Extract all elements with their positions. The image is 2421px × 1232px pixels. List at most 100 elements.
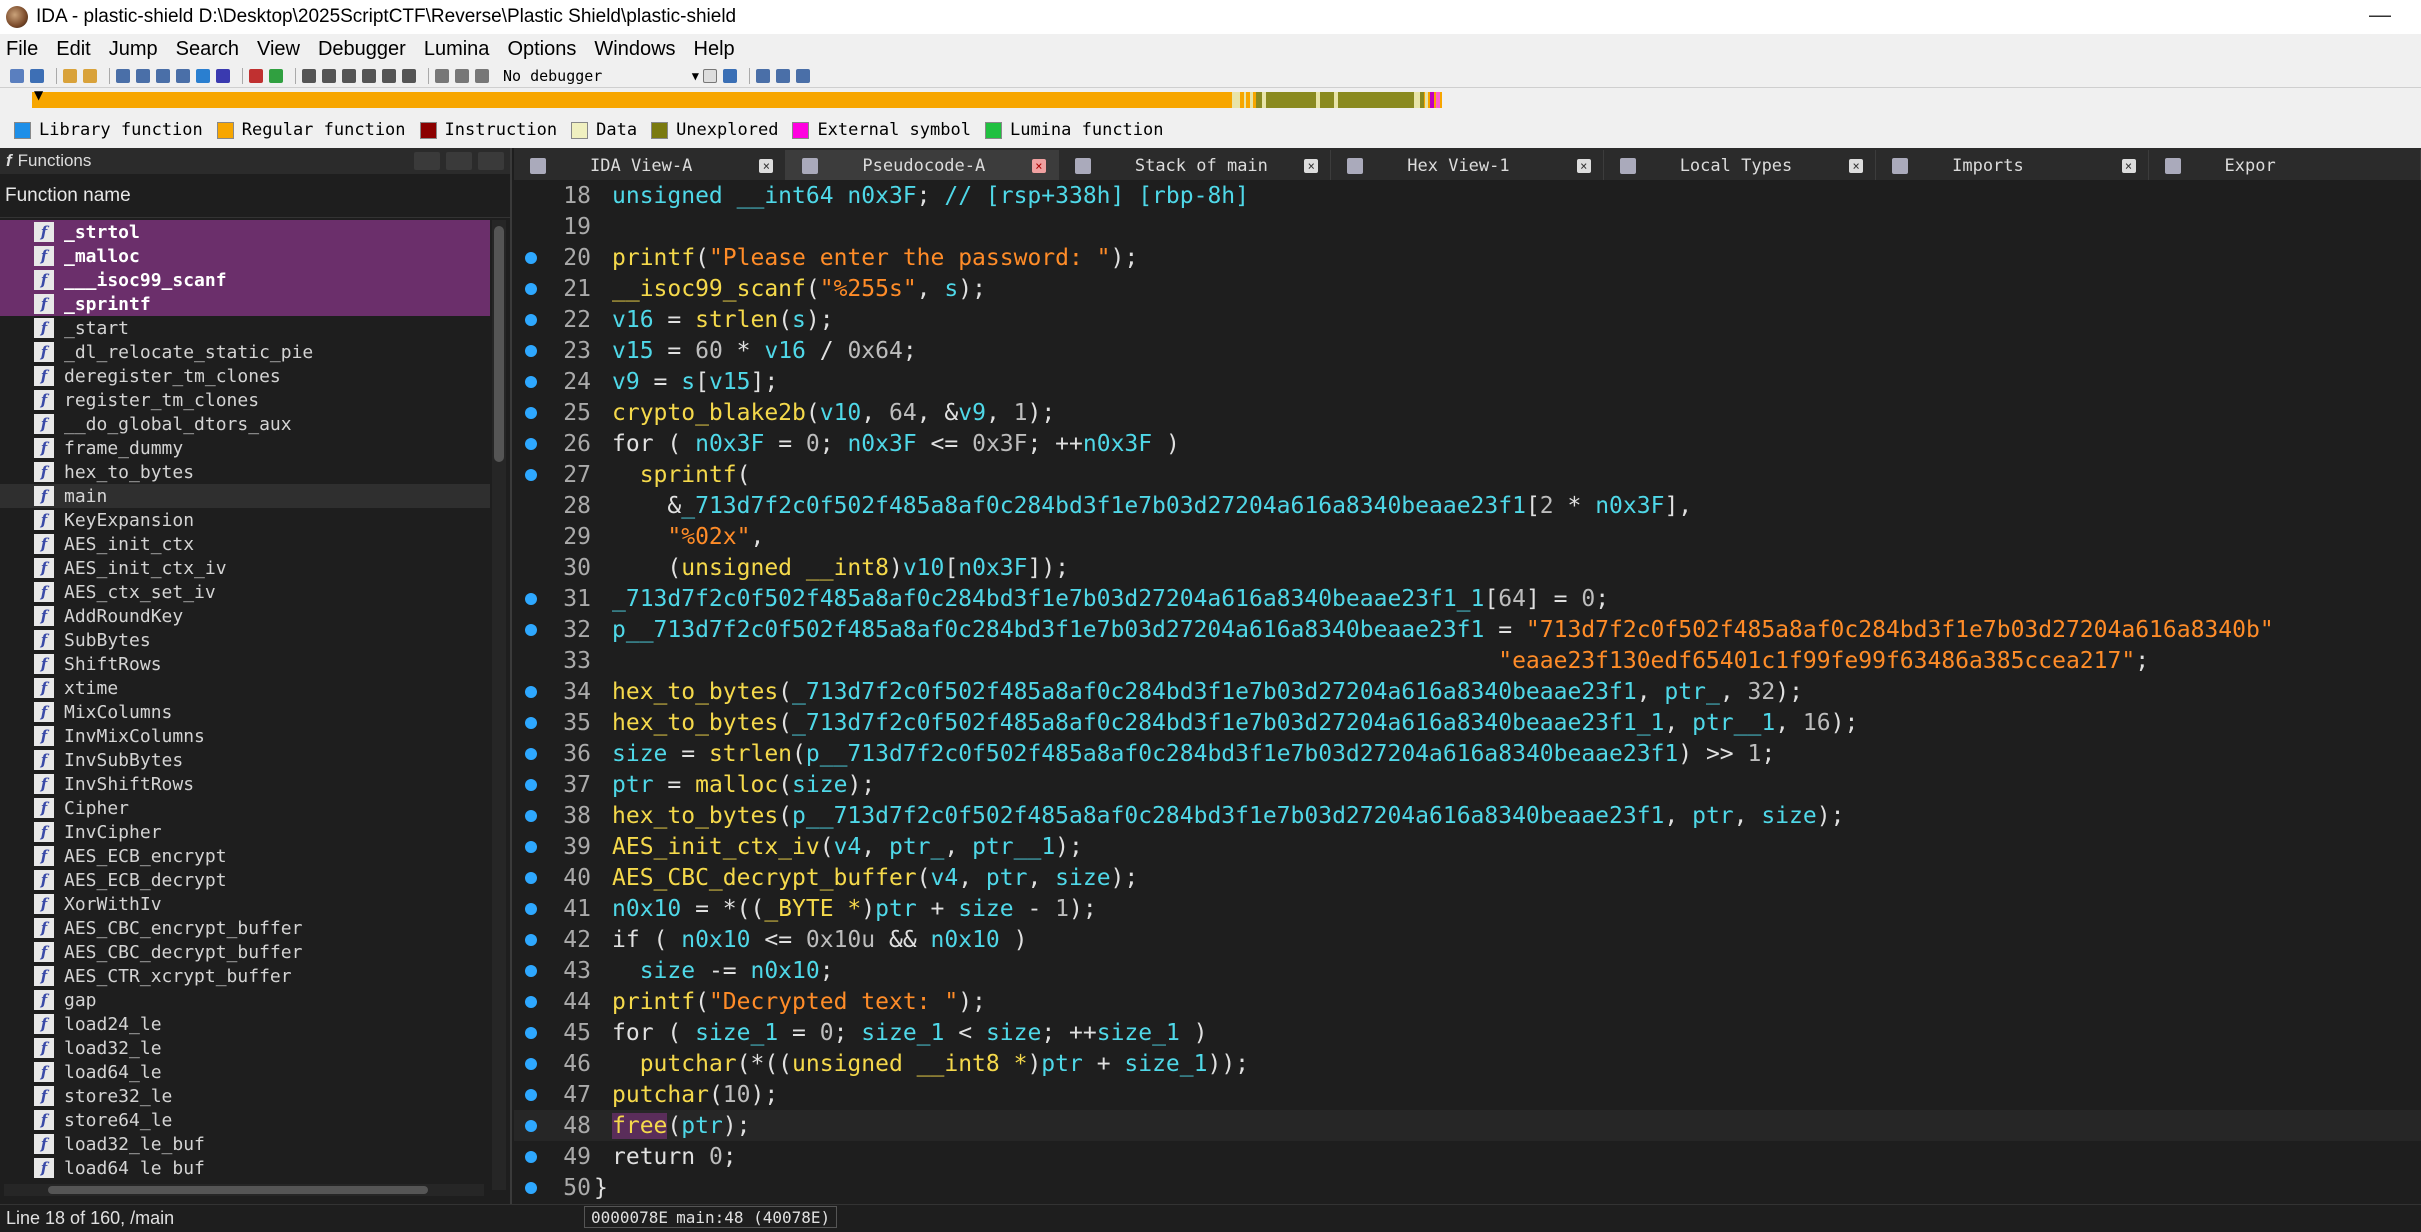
jump-icon[interactable] bbox=[176, 68, 190, 83]
stop-icon[interactable] bbox=[475, 68, 489, 83]
close-icon[interactable]: × bbox=[759, 159, 774, 173]
function-list-item[interactable]: f KeyExpansion bbox=[0, 508, 490, 532]
debugger-select[interactable]: No debugger ▼ bbox=[503, 66, 703, 86]
function-list-item[interactable]: f _start bbox=[0, 316, 490, 340]
line-marker-icon[interactable] bbox=[525, 809, 537, 822]
function-list-item[interactable]: f load24_le bbox=[0, 1012, 490, 1036]
list-icon[interactable] bbox=[756, 68, 770, 83]
code-line[interactable]: 18 unsigned __int64 n0x3F; // [rsp+338h] … bbox=[514, 180, 2421, 211]
function-list-item[interactable]: f _strtol bbox=[0, 220, 490, 244]
code-line[interactable]: 32 p__713d7f2c0f502f485a8af0c284bd3f1e7b0… bbox=[514, 614, 2421, 645]
step-over-icon[interactable] bbox=[322, 68, 336, 83]
function-list-item[interactable]: f store64_le bbox=[0, 1108, 490, 1132]
list-alt-icon[interactable] bbox=[776, 68, 790, 83]
function-list-item[interactable]: f AES_CTR_xcrypt_buffer bbox=[0, 964, 490, 988]
function-list-item[interactable]: f Cipher bbox=[0, 796, 490, 820]
line-marker-icon[interactable] bbox=[525, 406, 537, 419]
tab-local-types[interactable]: Local Types × bbox=[1604, 150, 1877, 182]
tab-expor[interactable]: Expor bbox=[2149, 150, 2421, 182]
play-icon[interactable] bbox=[435, 68, 449, 83]
scrollbar-thumb[interactable] bbox=[494, 226, 504, 462]
function-list-item[interactable]: f MixColumns bbox=[0, 700, 490, 724]
navigation-band[interactable]: ▼ bbox=[0, 88, 2421, 112]
menu-file[interactable]: File bbox=[6, 38, 38, 61]
down-arrow-icon[interactable] bbox=[196, 68, 210, 83]
code-line[interactable]: 37 ptr = malloc(size); bbox=[514, 769, 2421, 800]
code-line[interactable]: 43 size -= n0x10; bbox=[514, 955, 2421, 986]
function-list-item[interactable]: f deregister_tm_clones bbox=[0, 364, 490, 388]
code-line[interactable]: 19 bbox=[514, 211, 2421, 242]
text-icon[interactable] bbox=[216, 68, 230, 83]
function-name-column-header[interactable]: Function name bbox=[0, 174, 510, 218]
hammer-icon[interactable] bbox=[402, 68, 416, 83]
pseudocode-view[interactable]: 18 unsigned __int64 n0x3F; // [rsp+338h] … bbox=[514, 180, 2421, 1204]
search-icon[interactable] bbox=[156, 68, 170, 83]
function-list-item[interactable]: f _dl_relocate_static_pie bbox=[0, 340, 490, 364]
code-line[interactable]: 49 return 0; bbox=[514, 1141, 2421, 1172]
line-marker-icon[interactable] bbox=[525, 902, 537, 915]
function-list-item[interactable]: f _sprintf bbox=[0, 292, 490, 316]
menu-jump[interactable]: Jump bbox=[109, 38, 158, 61]
breakpoint-icon[interactable] bbox=[249, 68, 263, 83]
function-list-item[interactable]: f load32_le_buf bbox=[0, 1132, 490, 1156]
line-marker-icon[interactable] bbox=[525, 468, 537, 481]
function-list-item[interactable]: f AES_CBC_decrypt_buffer bbox=[0, 940, 490, 964]
function-list-item[interactable]: f SubBytes bbox=[0, 628, 490, 652]
function-list-item[interactable]: f __do_global_dtors_aux bbox=[0, 412, 490, 436]
close-icon[interactable]: × bbox=[1304, 159, 1319, 173]
code-line[interactable]: 46 putchar(*((unsigned __int8 *)ptr + si… bbox=[514, 1048, 2421, 1079]
vertical-scrollbar[interactable] bbox=[492, 220, 506, 1190]
function-list-item[interactable]: f AES_ctx_set_iv bbox=[0, 580, 490, 604]
function-list-item[interactable]: f InvCipher bbox=[0, 820, 490, 844]
c-icon[interactable] bbox=[703, 68, 717, 83]
code-line[interactable]: 30 (unsigned __int8)v10[n0x3F]); bbox=[514, 552, 2421, 583]
code-line[interactable]: 25 crypto_blake2b(v10, 64, &v9, 1); bbox=[514, 397, 2421, 428]
function-list-item[interactable]: f AES_init_ctx bbox=[0, 532, 490, 556]
function-list-item[interactable]: f AES_ECB_decrypt bbox=[0, 868, 490, 892]
tree-icon[interactable] bbox=[796, 68, 810, 83]
function-list-item[interactable]: f ___isoc99_scanf bbox=[0, 268, 490, 292]
function-list-item[interactable]: f register_tm_clones bbox=[0, 388, 490, 412]
trace-icon[interactable] bbox=[362, 68, 376, 83]
function-list-item[interactable]: f AES_init_ctx_iv bbox=[0, 556, 490, 580]
code-line[interactable]: 21 __isoc99_scanf("%255s", s); bbox=[514, 273, 2421, 304]
code-line[interactable]: 27 sprintf( bbox=[514, 459, 2421, 490]
function-list-item[interactable]: f gap bbox=[0, 988, 490, 1012]
patch-icon[interactable] bbox=[382, 68, 396, 83]
tab-ida-view-a[interactable]: IDA View-A × bbox=[514, 150, 787, 182]
function-list-item[interactable]: f frame_dummy bbox=[0, 436, 490, 460]
line-marker-icon[interactable] bbox=[525, 623, 537, 636]
run-green-icon[interactable] bbox=[269, 68, 283, 83]
function-list-item[interactable]: f load32_le bbox=[0, 1036, 490, 1060]
line-marker-icon[interactable] bbox=[525, 313, 537, 326]
code-line[interactable]: 31 _713d7f2c0f502f485a8af0c284bd3f1e7b03d… bbox=[514, 583, 2421, 614]
code-line[interactable]: 38 hex_to_bytes(p__713d7f2c0f502f485a8af0… bbox=[514, 800, 2421, 831]
code-line[interactable]: 35 hex_to_bytes(_713d7f2c0f502f485a8af0c2… bbox=[514, 707, 2421, 738]
code-line[interactable]: 22 v16 = strlen(s); bbox=[514, 304, 2421, 335]
graph-icon[interactable] bbox=[136, 68, 150, 83]
menu-view[interactable]: View bbox=[257, 38, 300, 61]
save-icon[interactable] bbox=[30, 68, 44, 83]
line-marker-icon[interactable] bbox=[525, 437, 537, 450]
close-icon[interactable]: × bbox=[1576, 159, 1591, 173]
function-list-item[interactable]: f ShiftRows bbox=[0, 652, 490, 676]
code-line[interactable]: 20 printf("Please enter the password: "); bbox=[514, 242, 2421, 273]
function-list-item[interactable]: f AES_ECB_encrypt bbox=[0, 844, 490, 868]
function-list-item[interactable]: f InvShiftRows bbox=[0, 772, 490, 796]
code-line[interactable]: 28 &_713d7f2c0f502f485a8af0c284bd3f1e7b0… bbox=[514, 490, 2421, 521]
menu-help[interactable]: Help bbox=[694, 38, 735, 61]
line-marker-icon[interactable] bbox=[525, 995, 537, 1008]
code-line[interactable]: 33 "eaae23f130edf65401c1f99fe99f63486a38… bbox=[514, 645, 2421, 676]
code-line[interactable]: 45 for ( size_1 = 0; size_1 < size; ++siz… bbox=[514, 1017, 2421, 1048]
line-marker-icon[interactable] bbox=[525, 840, 537, 853]
open-icon[interactable] bbox=[10, 68, 24, 83]
step-icon[interactable] bbox=[302, 68, 316, 83]
panel-close-button[interactable] bbox=[478, 152, 504, 170]
c-active-icon[interactable] bbox=[723, 68, 737, 83]
function-list[interactable]: f _strtol f _malloc f ___isoc99_scanf f _sprint… bbox=[0, 220, 490, 1180]
code-line[interactable]: 41 n0x10 = *((_BYTE *)ptr + size - 1); bbox=[514, 893, 2421, 924]
tab-stack-of-main[interactable]: Stack of main × bbox=[1059, 150, 1332, 182]
minimize-button[interactable]: — bbox=[2369, 2, 2391, 28]
view-icon[interactable] bbox=[116, 68, 130, 83]
line-marker-icon[interactable] bbox=[525, 685, 537, 698]
